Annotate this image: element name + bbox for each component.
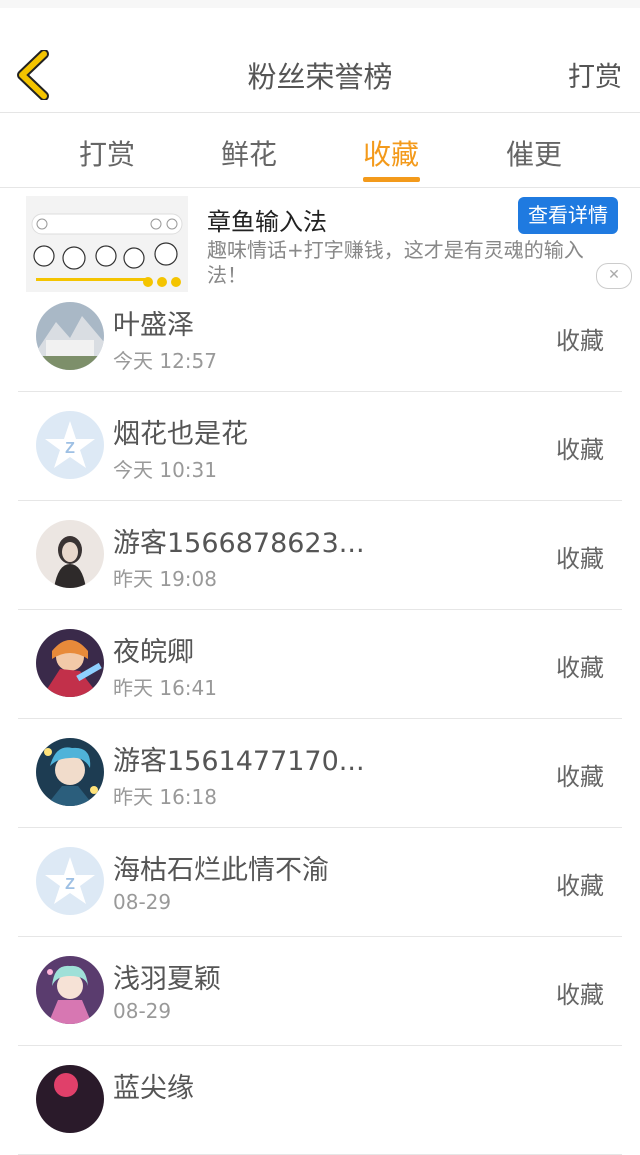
tab-favorites[interactable]: 收藏 [331, 133, 451, 173]
avatar [36, 1065, 104, 1133]
list-item[interactable]: 叶盛泽 今天 12:57 收藏 [18, 283, 622, 392]
action-label: 收藏 [556, 436, 604, 464]
list-item[interactable]: 游客1566878623... 昨天 19:08 收藏 [18, 501, 622, 610]
user-name: 蓝尖缘 [113, 1073, 194, 1104]
svg-text:Z: Z [65, 440, 75, 457]
action-label: 收藏 [556, 872, 604, 900]
user-name: 游客1561477170... [113, 746, 365, 777]
user-name: 游客1566878623... [113, 528, 365, 559]
avatar [36, 738, 104, 806]
ad-banner[interactable]: 章鱼输入法 趣味情话+打字赚钱，这才是有灵魂的输入法！ 查看详情 [0, 188, 640, 296]
fan-list: 叶盛泽 今天 12:57 收藏 Z 烟花也是花 今天 10:31 收藏 游客15… [0, 283, 640, 1155]
list-item[interactable]: 浅羽夏颖 08-29 收藏 [18, 937, 622, 1046]
status-bar [0, 0, 640, 8]
ad-description: 趣味情话+打字赚钱，这才是有灵魂的输入法！ [207, 238, 584, 287]
ad-title: 章鱼输入法 [207, 208, 327, 236]
header: 粉丝荣誉榜 打赏 [0, 8, 640, 113]
ad-details-button[interactable]: 查看详情 [518, 197, 618, 234]
user-name: 海枯石烂此情不渝 [113, 855, 329, 886]
svg-text:Z: Z [65, 876, 75, 893]
default-avatar-icon: Z [36, 847, 104, 915]
tab-reward[interactable]: 打赏 [47, 133, 167, 173]
list-item[interactable]: Z 海枯石烂此情不渝 08-29 收藏 [18, 828, 622, 937]
ad-image [26, 196, 188, 292]
list-item[interactable]: 夜皖卿 昨天 16:41 收藏 [18, 610, 622, 719]
timestamp: 08-29 [113, 890, 172, 914]
tab-urge-update[interactable]: 催更 [474, 133, 594, 173]
avatar: Z [36, 847, 104, 915]
active-tab-indicator [363, 177, 420, 182]
action-label: 收藏 [556, 763, 604, 791]
timestamp: 今天 10:31 [113, 458, 217, 482]
action-label: 收藏 [556, 545, 604, 573]
user-name: 叶盛泽 [113, 310, 194, 341]
timestamp: 昨天 19:08 [113, 567, 217, 591]
avatar [36, 956, 104, 1024]
timestamp: 昨天 16:41 [113, 676, 217, 700]
tab-flowers[interactable]: 鲜花 [189, 133, 309, 173]
user-name: 浅羽夏颖 [113, 964, 221, 995]
tab-bar: 打赏 鲜花 收藏 催更 [0, 113, 640, 188]
action-label: 收藏 [556, 654, 604, 682]
action-label: 收藏 [556, 327, 604, 355]
list-item[interactable]: 蓝尖缘 [18, 1046, 622, 1155]
avatar: Z [36, 411, 104, 479]
user-name: 夜皖卿 [113, 637, 194, 668]
avatar [36, 520, 104, 588]
list-item[interactable]: Z 烟花也是花 今天 10:31 收藏 [18, 392, 622, 501]
page-title: 粉丝荣誉榜 [247, 60, 393, 94]
default-avatar-icon: Z [36, 411, 104, 479]
timestamp: 08-29 [113, 999, 172, 1023]
timestamp: 今天 12:57 [113, 349, 217, 373]
list-item[interactable]: 游客1561477170... 昨天 16:18 收藏 [18, 719, 622, 828]
avatar [36, 302, 104, 370]
reward-button[interactable]: 打赏 [568, 55, 622, 94]
action-label: 收藏 [556, 981, 604, 1009]
user-name: 烟花也是花 [113, 419, 248, 450]
avatar [36, 629, 104, 697]
timestamp: 昨天 16:18 [113, 785, 217, 809]
